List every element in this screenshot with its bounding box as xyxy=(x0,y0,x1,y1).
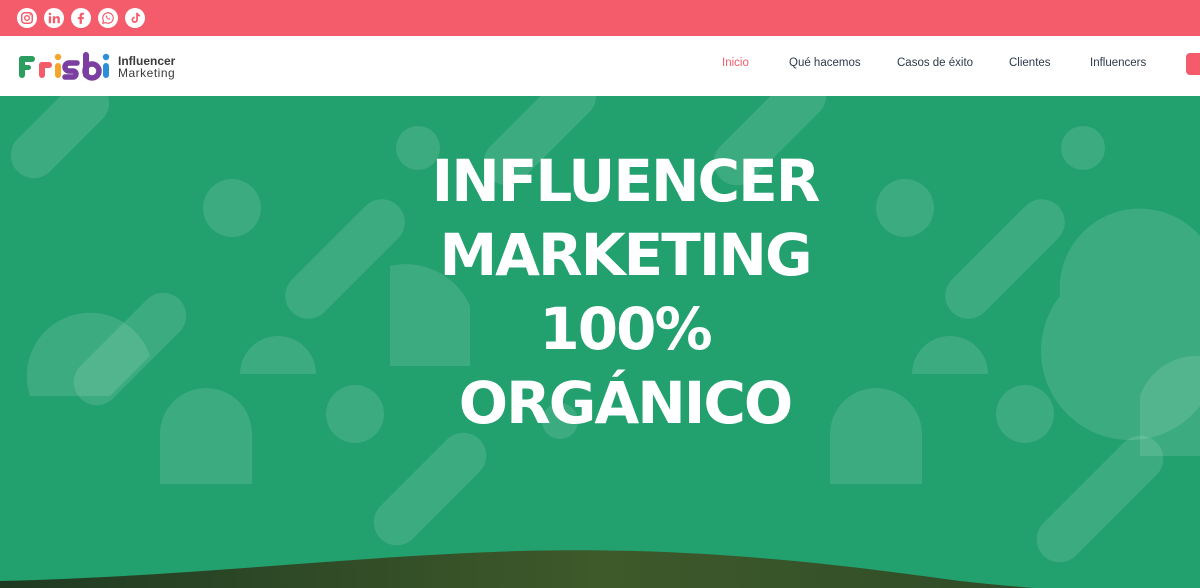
linkedin-icon[interactable] xyxy=(44,8,64,28)
contact-button[interactable] xyxy=(1186,53,1200,75)
brand-tagline: Influencer Marketing xyxy=(118,55,175,79)
nav-item-influencers[interactable]: Influencers xyxy=(1090,57,1146,69)
facebook-icon[interactable] xyxy=(71,8,91,28)
hero-title-line2: MARKETING xyxy=(439,221,812,289)
whatsapp-icon[interactable] xyxy=(98,8,118,28)
nav-item-casos-de-exito[interactable]: Casos de éxito xyxy=(897,57,973,69)
hero-title: INFLUENCER MARKETING 100% ORGÁNICO xyxy=(0,144,1200,440)
nav-item-inicio[interactable]: Inicio xyxy=(722,57,749,69)
nav-item-clientes[interactable]: Clientes xyxy=(1009,57,1051,69)
frisbi-logo-icon xyxy=(19,52,110,81)
nav-item-que-hacemos[interactable]: Qué hacemos xyxy=(789,57,861,69)
tiktok-icon[interactable] xyxy=(125,8,145,28)
hero-title-line4: ORGÁNICO xyxy=(458,369,793,437)
hero-bottom-wave xyxy=(0,550,1034,588)
hero-title-line3: 100% xyxy=(539,295,712,363)
social-bar xyxy=(0,0,1200,36)
brand-tagline-line2: Marketing xyxy=(118,66,176,80)
instagram-icon[interactable] xyxy=(17,8,37,28)
hero-section: INFLUENCER MARKETING 100% ORGÁNICO xyxy=(0,96,1200,588)
hero-title-line1: INFLUENCER xyxy=(431,147,821,215)
